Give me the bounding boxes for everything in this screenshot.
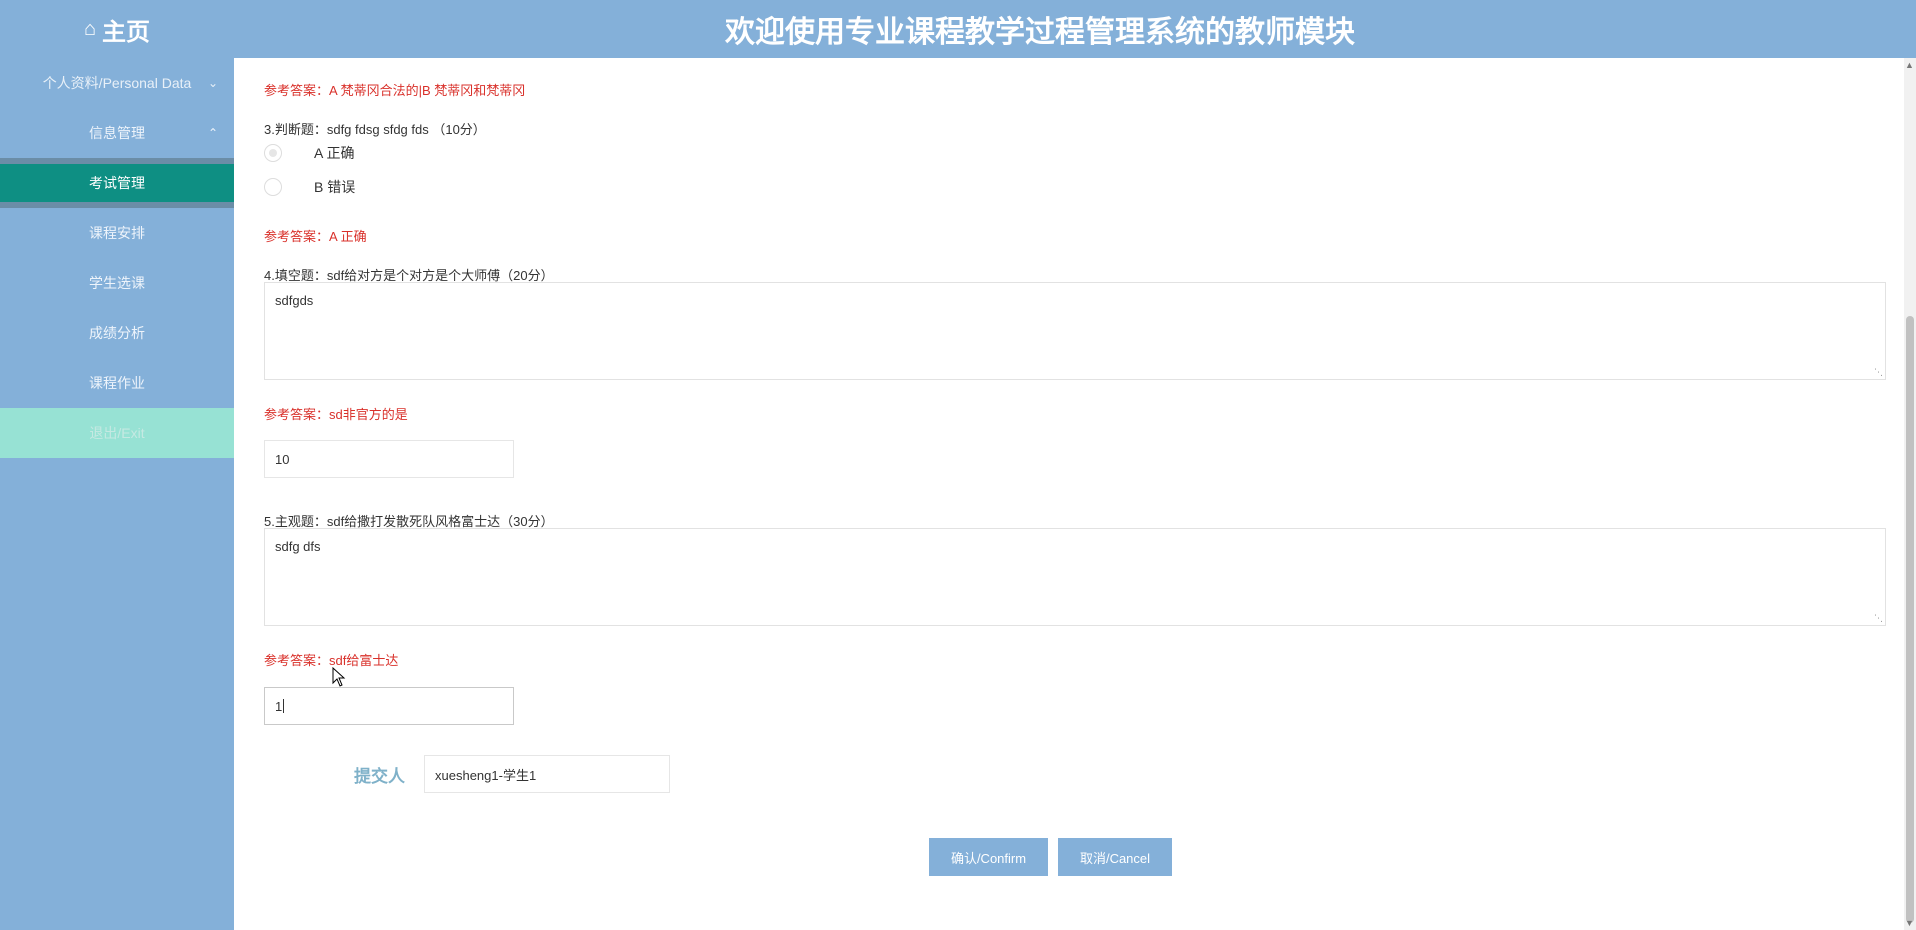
- reference-answer-q3: 参考答案：A 正确: [264, 229, 367, 244]
- scroll-down-icon[interactable]: ▼: [1905, 918, 1914, 928]
- sidebar-item-exit[interactable]: 退出/Exit: [0, 408, 234, 458]
- sidebar-item-course-selection[interactable]: 学生选课: [0, 258, 234, 308]
- score-input-q4[interactable]: 10: [264, 440, 514, 478]
- sidebar-item-info-management[interactable]: 信息管理 ⌃: [0, 108, 234, 158]
- sidebar-item-label: 个人资料/Personal Data: [42, 75, 192, 91]
- sidebar-item-course-schedule[interactable]: 课程安排: [0, 208, 234, 258]
- score-value: 1: [275, 698, 283, 714]
- home-icon: ⌂: [83, 17, 97, 40]
- sidebar-item-grade-analysis[interactable]: 成绩分析: [0, 308, 234, 358]
- question-title-q3: 3.判断题：sdfg fdsg sfdg fds （10分）: [264, 122, 486, 137]
- scrollbar-thumb[interactable]: [1906, 316, 1914, 923]
- radio-button[interactable]: [264, 178, 282, 196]
- sidebar: 个人资料/Personal Data ⌄ 信息管理 ⌃ 考试管理 课程安排 学生…: [0, 58, 234, 930]
- reference-answer-q4: 参考答案：sd非官方的是: [264, 407, 408, 422]
- submitter-value: xuesheng1-学生1: [435, 767, 537, 783]
- sidebar-item-label: 成绩分析: [89, 325, 145, 341]
- scroll-up-icon[interactable]: ▲: [1905, 60, 1914, 70]
- radio-option-a[interactable]: A 正确: [264, 143, 354, 163]
- cancel-button[interactable]: 取消/Cancel: [1058, 838, 1172, 876]
- sidebar-item-label: 退出/Exit: [89, 425, 145, 441]
- radio-option-b[interactable]: B 错误: [264, 177, 355, 197]
- vertical-scrollbar[interactable]: ▲ ▼: [1904, 58, 1916, 930]
- sidebar-item-exam-management[interactable]: 考试管理: [0, 158, 234, 208]
- reference-answer-q2: 参考答案：A 梵蒂冈合法的|B 梵蒂冈和梵蒂冈: [264, 83, 526, 98]
- confirm-button[interactable]: 确认/Confirm: [929, 838, 1048, 876]
- score-value: 10: [275, 451, 290, 467]
- top-header: ⌂ 主页 欢迎使用专业课程教学过程管理系统的教师模块: [0, 0, 1916, 58]
- chevron-down-icon: ⌄: [207, 76, 218, 90]
- answer-text: sdfgds: [275, 293, 314, 308]
- sidebar-item-label: 课程作业: [89, 375, 145, 391]
- radio-label: B 错误: [314, 179, 356, 195]
- sidebar-item-label: 信息管理: [89, 125, 145, 141]
- exam-grading-form: 参考答案：A 梵蒂冈合法的|B 梵蒂冈和梵蒂冈 3.判断题：sdfg fdsg …: [234, 58, 1904, 930]
- answer-text: sdfg dfs: [275, 539, 321, 554]
- submitter-label: 提交人: [354, 767, 405, 786]
- sidebar-item-personal-data[interactable]: 个人资料/Personal Data ⌄: [0, 58, 234, 108]
- radio-button[interactable]: [264, 144, 282, 162]
- answer-textarea-q5[interactable]: sdfg dfs ⋱: [264, 528, 1886, 626]
- sidebar-item-course-homework[interactable]: 课程作业: [0, 358, 234, 408]
- mouse-cursor-icon: [332, 667, 346, 687]
- radio-label: A 正确: [314, 145, 355, 161]
- home-label: 主页: [102, 18, 151, 46]
- answer-textarea-q4[interactable]: sdfgds ⋱: [264, 282, 1886, 380]
- sidebar-item-label: 考试管理: [89, 175, 145, 191]
- submitter-field[interactable]: xuesheng1-学生1: [424, 755, 670, 793]
- score-input-q5[interactable]: 1: [264, 687, 514, 725]
- sidebar-item-label: 学生选课: [89, 275, 145, 291]
- resize-handle-icon[interactable]: ⋱: [1874, 614, 1883, 623]
- resize-handle-icon[interactable]: ⋱: [1874, 368, 1883, 377]
- text-caret: [283, 699, 285, 713]
- sidebar-item-label: 课程安排: [89, 225, 145, 241]
- chevron-up-icon: ⌃: [207, 126, 218, 140]
- home-link[interactable]: ⌂ 主页: [0, 0, 234, 58]
- page-title: 欢迎使用专业课程教学过程管理系统的教师模块: [725, 16, 1355, 49]
